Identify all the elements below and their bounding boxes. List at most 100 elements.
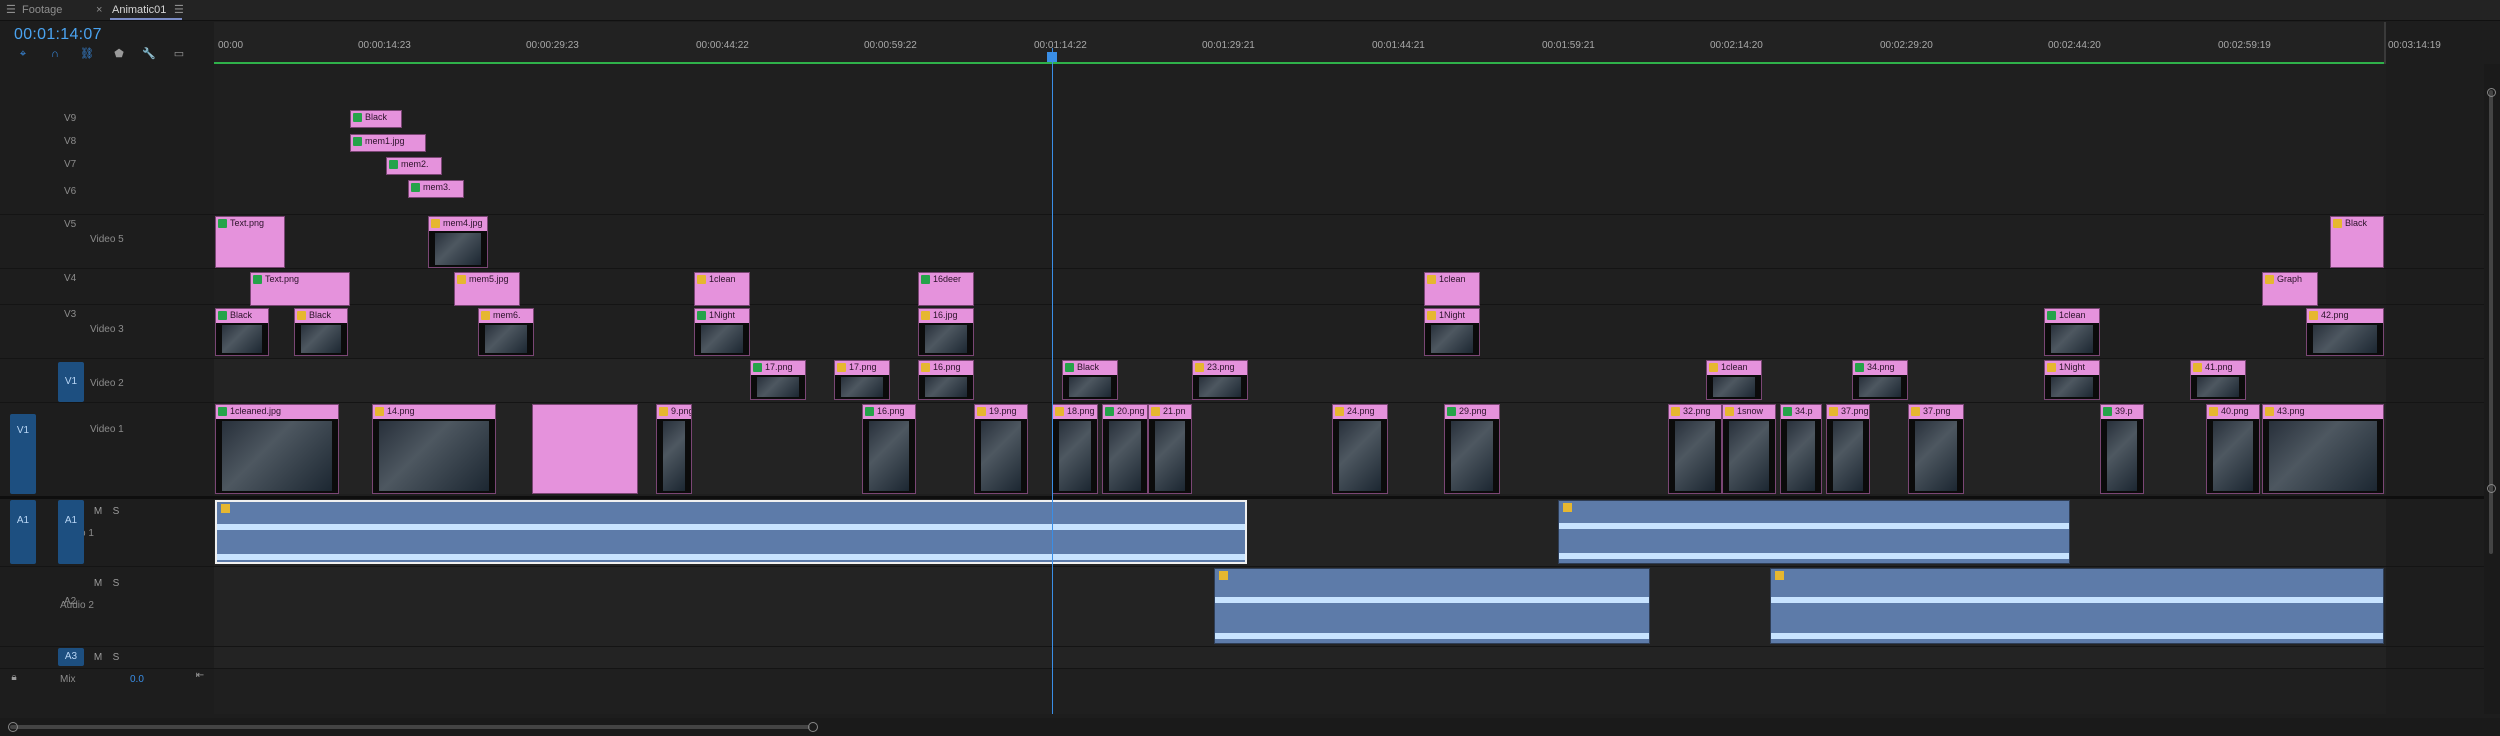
effect-badge-icon	[481, 311, 490, 320]
audio-clip[interactable]	[1214, 568, 1650, 644]
clip-v4[interactable]: Text.png	[250, 272, 350, 306]
vscroll-handle[interactable]	[2487, 484, 2496, 493]
clip-v2[interactable]: 17.png	[834, 360, 890, 400]
playhead-timecode[interactable]: 00:01:14:07	[14, 26, 102, 44]
audio-clip[interactable]	[1558, 500, 2070, 564]
track-target-a3[interactable]: A3	[58, 648, 84, 666]
mix-value[interactable]: 0.0	[130, 674, 144, 685]
clip-v2[interactable]: Black	[1062, 360, 1118, 400]
clip-v1[interactable]: 24.png	[1332, 404, 1388, 494]
clip-v1[interactable]: 14.png	[372, 404, 496, 494]
clip-v4[interactable]: Graph	[2262, 272, 2318, 306]
clip-v2[interactable]: 1clean	[1706, 360, 1762, 400]
effect-badge-icon	[2193, 363, 2202, 372]
add-marker-icon[interactable]: ⬟	[112, 48, 126, 60]
solo-button[interactable]: S	[110, 652, 122, 663]
playhead-line[interactable]	[1052, 48, 1053, 714]
clip-v3[interactable]: 16.jpg	[918, 308, 974, 356]
effect-badge-icon	[1783, 407, 1792, 416]
clip-v2[interactable]: 41.png	[2190, 360, 2246, 400]
clip-v4[interactable]: 16deer	[918, 272, 974, 306]
panel-menu-icon[interactable]: ☰	[174, 0, 184, 20]
clip-v9[interactable]: Black	[350, 110, 402, 128]
clip-v3[interactable]: 42.png	[2306, 308, 2384, 356]
clip-v4[interactable]: mem5.jpg	[454, 272, 520, 306]
clip-v1[interactable]: 32.png	[1668, 404, 1722, 494]
clip-label: 19.png	[989, 406, 1017, 416]
clip-v2[interactable]: 16.png	[918, 360, 974, 400]
clip-v3[interactable]: 1Night	[694, 308, 750, 356]
clip-v2[interactable]: 23.png	[1192, 360, 1248, 400]
clip-v1[interactable]: 19.png	[974, 404, 1028, 494]
clip-v4[interactable]: 1clean	[694, 272, 750, 306]
clip-v5[interactable]: mem4.jpg	[428, 216, 488, 268]
clip-thumbnail	[1339, 421, 1381, 491]
clip-thumbnail	[869, 421, 909, 491]
clip-v3[interactable]: 1Night	[1424, 308, 1480, 356]
clip-v1[interactable]: 37.png	[1908, 404, 1964, 494]
tab-footage[interactable]: Footage	[22, 0, 62, 20]
effect-badge-icon	[1725, 407, 1734, 416]
solo-button[interactable]: S	[110, 578, 122, 589]
clip-v3[interactable]: Black	[215, 308, 269, 356]
tab-animatic01[interactable]: Animatic01	[112, 0, 166, 20]
clip-v7[interactable]: mem2.	[386, 157, 442, 175]
clip-v1[interactable]	[532, 404, 638, 494]
mute-button[interactable]: M	[92, 578, 104, 589]
hscroll-handle-left[interactable]	[8, 722, 18, 732]
clip-v1[interactable]: 43.png	[2262, 404, 2384, 494]
clip-v1[interactable]: 18.png	[1052, 404, 1098, 494]
track-target-v1[interactable]: V1	[58, 362, 84, 402]
track-target-a1[interactable]: A1	[58, 500, 84, 564]
horizontal-scrollbar[interactable]	[0, 718, 2500, 736]
clip-label: 9.png	[671, 406, 692, 416]
close-icon[interactable]: ×	[96, 0, 102, 20]
wrench-icon[interactable]: 🔧	[142, 48, 156, 60]
clip-v5[interactable]: Text.png	[215, 216, 285, 268]
clip-v1[interactable]: 1snow	[1722, 404, 1776, 494]
clip-v1[interactable]: 21.pn	[1148, 404, 1192, 494]
clip-v8[interactable]: mem1.jpg	[350, 134, 426, 152]
clip-v1[interactable]: 1cleaned.jpg	[215, 404, 339, 494]
track-name-label: Video 1	[90, 424, 124, 435]
clip-v4[interactable]: 1clean	[1424, 272, 1480, 306]
clip-v2[interactable]: 17.png	[750, 360, 806, 400]
clip-v1[interactable]: 29.png	[1444, 404, 1500, 494]
go-to-end-icon[interactable]: ⇤	[194, 670, 206, 681]
mute-button[interactable]: M	[92, 506, 104, 517]
hscroll-thumb[interactable]	[10, 725, 810, 729]
clip-v3[interactable]: Black	[294, 308, 348, 356]
lock-icon[interactable]: 🔒︎	[8, 672, 20, 683]
clip-v6[interactable]: mem3.	[408, 180, 464, 198]
captions-icon[interactable]: ▭	[172, 48, 186, 60]
audio-clip[interactable]	[1770, 568, 2384, 644]
panel-menu-icon[interactable]: ☰	[6, 0, 16, 20]
hscroll-handle-right[interactable]	[808, 722, 818, 732]
clip-v1[interactable]: 34.p	[1780, 404, 1822, 494]
insert-sequence-icon[interactable]: ⌖	[16, 48, 30, 60]
clip-v3[interactable]: mem6.	[478, 308, 534, 356]
playhead-handle[interactable]	[1047, 52, 1057, 62]
clip-v5[interactable]: Black	[2330, 216, 2384, 268]
vscroll-handle-top[interactable]	[2487, 88, 2496, 97]
clip-v1[interactable]: 9.png	[656, 404, 692, 494]
solo-button[interactable]: S	[110, 506, 122, 517]
clip-v2[interactable]: 1Night	[2044, 360, 2100, 400]
ruler-label: 00:03:14:19	[2388, 40, 2441, 51]
source-patch-audio[interactable]: A1	[10, 500, 36, 564]
audio-clip[interactable]	[215, 500, 1247, 564]
clip-v3[interactable]: 1clean	[2044, 308, 2100, 356]
clip-v1[interactable]: 20.png	[1102, 404, 1148, 494]
clip-v1[interactable]: 37.png	[1826, 404, 1870, 494]
linked-selection-icon[interactable]: ⛓	[80, 48, 94, 60]
clip-thumbnail	[485, 325, 527, 353]
snap-magnet-icon[interactable]: ∩	[48, 48, 62, 60]
video-audio-divider[interactable]	[0, 496, 2500, 499]
clip-v1[interactable]: 16.png	[862, 404, 916, 494]
clip-v1[interactable]: 40.png	[2206, 404, 2260, 494]
source-patch-video[interactable]: V1	[10, 414, 36, 494]
clip-v1[interactable]: 39.p	[2100, 404, 2144, 494]
vertical-scrollbar[interactable]	[2484, 64, 2500, 714]
clip-v2[interactable]: 34.png	[1852, 360, 1908, 400]
mute-button[interactable]: M	[92, 652, 104, 663]
